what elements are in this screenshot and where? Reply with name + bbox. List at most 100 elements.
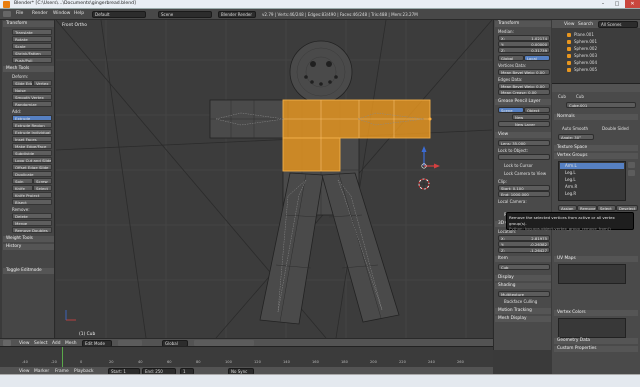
backface-culling-checkbox[interactable]: Backface Culling	[504, 299, 537, 304]
list-item[interactable]: Leg.L	[565, 177, 576, 182]
view-header[interactable]: View	[495, 132, 551, 138]
vertex-group-list[interactable]: Arm.L Leg.L Leg.L Arm.R Leg.R	[558, 161, 626, 201]
delete-button[interactable]: Delete	[12, 213, 52, 219]
list-item[interactable]: Arm.R	[565, 184, 577, 189]
global-toggle[interactable]: Global	[498, 55, 524, 61]
maximize-button[interactable]: □	[610, 0, 624, 8]
remove-doubles-button[interactable]: Remove Doubles	[12, 227, 52, 233]
offset-edge-slide-button[interactable]: Offset Edge Slide	[12, 164, 52, 170]
gp-object-toggle[interactable]: Object	[524, 107, 550, 113]
arm-l-mesh[interactable]	[209, 99, 289, 139]
scene-select[interactable]: Scene	[158, 11, 212, 18]
properties-tabs[interactable]	[552, 84, 640, 92]
menu-file[interactable]: File	[16, 11, 23, 16]
editor-type-icon[interactable]	[3, 11, 11, 17]
merge-button[interactable]: Merge	[12, 220, 52, 226]
outliner-item[interactable]: Sphere.001	[574, 39, 597, 44]
extrude-individual-button[interactable]: Extrude Individual	[12, 129, 52, 135]
grease-pencil-header[interactable]: Grease Pencil Layer	[495, 99, 551, 105]
gp-new-button[interactable]: New	[512, 114, 550, 120]
slide-vertex-button[interactable]: Vertex	[33, 80, 52, 86]
bisect-button[interactable]: Bisect	[12, 199, 52, 205]
double-sided-checkbox[interactable]: Double Sided	[602, 126, 629, 131]
new-layer-button[interactable]: New Layer	[498, 121, 550, 127]
timeline-menu-playback[interactable]: Playback	[74, 369, 94, 374]
select-button[interactable]: Select	[597, 205, 616, 211]
motion-tracking-header[interactable]: Motion Tracking	[495, 308, 551, 314]
outliner-filter-select[interactable]: All Scenes	[598, 20, 638, 28]
menu-window[interactable]: Window	[53, 11, 70, 16]
3d-cursor[interactable]	[418, 178, 430, 190]
3d-viewport[interactable]: Front Ortho (1) Cub	[56, 20, 492, 338]
display-header[interactable]: Display	[495, 275, 551, 281]
uv-map-list[interactable]	[558, 264, 626, 284]
inset-faces-button[interactable]: Inset Faces	[12, 136, 52, 142]
remove-button[interactable]: Remove	[577, 205, 597, 211]
push-pull-button[interactable]: Push/Pull	[12, 57, 52, 63]
minimize-button[interactable]: –	[596, 0, 610, 8]
weight-tools-panel-header[interactable]: Weight Tools	[3, 236, 54, 242]
texture-space-header[interactable]: Texture Space	[554, 145, 638, 151]
screen-layout-select[interactable]: Default	[92, 11, 146, 18]
timeline-frames[interactable]: -40 -20 0 20 40 60 80 100 120 140 160 180 200 220 240 2…	[0, 347, 493, 367]
close-button[interactable]: ✕	[625, 0, 640, 8]
slide-edge-button[interactable]: Slide Edge	[12, 80, 33, 86]
normals-header[interactable]: Normals	[554, 114, 638, 120]
lens-field[interactable]: Lens: 35.000	[498, 140, 550, 146]
scale-button[interactable]: Scale	[12, 43, 52, 49]
knife-project-button[interactable]: Knife Project	[12, 192, 52, 198]
auto-smooth-angle-field[interactable]: Angle: 30°	[558, 134, 594, 140]
last-operator-panel[interactable]: Toggle Editmode	[3, 268, 54, 274]
knife-button[interactable]: Knife	[12, 185, 33, 191]
timeline-menu-frame[interactable]: Frame	[55, 369, 69, 374]
add-group-icon[interactable]	[628, 162, 635, 168]
extrude-region-button[interactable]: Extrude Region	[12, 122, 52, 128]
menu-add[interactable]: Add	[52, 341, 61, 346]
mesh-display-header[interactable]: Mesh Display	[495, 316, 551, 322]
noise-button[interactable]: Noise	[12, 87, 52, 93]
outliner-item[interactable]: Plane.001	[574, 32, 594, 37]
subdivide-button[interactable]: Subdivide	[12, 150, 52, 156]
translate-button[interactable]: Translate	[12, 29, 52, 35]
median-z-field[interactable]: Z: 0.31739	[498, 47, 550, 53]
menu-mesh[interactable]: Mesh	[65, 341, 77, 346]
assign-button[interactable]: Assign	[558, 205, 577, 211]
gp-scene-toggle[interactable]: Scene	[498, 107, 524, 113]
shading-mode-select[interactable]: Multitexture	[498, 291, 550, 297]
list-item[interactable]: Arm.L	[565, 163, 577, 168]
menu-select[interactable]: Select	[34, 341, 48, 346]
lock-object-field[interactable]	[498, 154, 550, 160]
outliner-item[interactable]: Sphere.005	[574, 67, 597, 72]
menu-render[interactable]: Render	[32, 11, 48, 16]
geometry-data-header[interactable]: Geometry Data	[554, 338, 638, 344]
history-panel-header[interactable]: History	[3, 244, 54, 250]
vertex-groups-header[interactable]: Vertex Groups	[554, 153, 638, 159]
list-item[interactable]: Leg.R	[565, 191, 576, 196]
mesh-data-name-field[interactable]: Cube.001	[566, 102, 636, 108]
make-edge-face-button[interactable]: Make Edge/Face	[12, 143, 52, 149]
spin-button[interactable]: Spin	[12, 178, 33, 184]
timeline-menu-view[interactable]: View	[19, 369, 29, 374]
head-mesh[interactable]	[289, 40, 353, 104]
outliner-item[interactable]: Sphere.002	[574, 46, 597, 51]
rotate-button[interactable]: Rotate	[12, 36, 52, 42]
loop-cut-button[interactable]: Loop Cut and Slide	[12, 157, 52, 163]
outliner-item[interactable]: Sphere.003	[574, 53, 597, 58]
local-toggle[interactable]: Local	[524, 55, 550, 61]
menu-help[interactable]: Help	[74, 11, 84, 16]
current-frame-indicator[interactable]	[62, 347, 63, 367]
transform-panel-header[interactable]: Transform	[3, 21, 54, 27]
outliner-item[interactable]: Sphere.004	[574, 60, 597, 65]
custom-properties-header[interactable]: Custom Properties	[554, 346, 638, 352]
item-name-field[interactable]: Cub	[498, 264, 550, 270]
clip-end-field[interactable]: End: 1000.000	[498, 191, 550, 197]
timeline-menu-marker[interactable]: Marker	[34, 369, 49, 374]
shading-header[interactable]: Shading	[495, 283, 551, 289]
uv-maps-header[interactable]: UV Maps	[554, 256, 638, 262]
remove-group-icon[interactable]	[628, 170, 635, 176]
knife-select-button[interactable]: Select	[33, 185, 52, 191]
deselect-button[interactable]: Deselect	[616, 205, 638, 211]
list-item[interactable]: Leg.L	[565, 170, 576, 175]
viewport-canvas[interactable]	[56, 20, 492, 338]
smooth-vertex-button[interactable]: Smooth Vertex	[12, 94, 52, 100]
